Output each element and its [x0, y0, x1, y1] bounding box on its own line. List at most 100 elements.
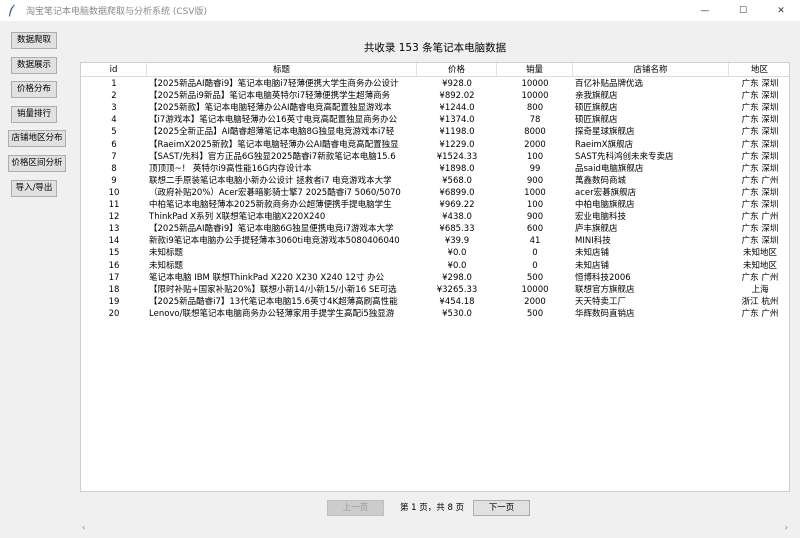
table-row[interactable]: 17 笔记本电脑 IBM 联想ThinkPad X220 X230 X240 12…	[81, 272, 789, 284]
table-row[interactable]: 6 【RaeimX2025新款】笔记本电脑轻薄办公AI酷睿电竞高配置独显 ¥1229…	[81, 139, 789, 151]
row-sales: 100	[526, 151, 544, 162]
row-price: ¥0.0	[447, 248, 467, 259]
row-price: ¥568.0	[442, 175, 472, 186]
row-shop: 萬鑫数码商城	[575, 175, 627, 186]
prev-page-button[interactable]: 上一页	[327, 500, 384, 516]
row-sales: 600	[526, 224, 544, 235]
table-row[interactable]: 16 未知标题 ¥0.0 0 未知店铺 未知地区	[81, 260, 789, 272]
row-region: 广东 深圳	[741, 163, 779, 174]
feather-app-icon	[6, 4, 18, 18]
table-row[interactable]: 19 【2025新品酷睿i7】13代笔记本电脑15.6英寸4K超薄高刷高性能 ¥45…	[81, 296, 789, 308]
table-row[interactable]: 1 【2025新品AI酷睿i9】笔记本电脑i7轻薄便携大学生商务办公设计 ¥928.…	[81, 78, 789, 90]
maximize-icon[interactable]: ☐	[724, 0, 762, 21]
row-sales: 2000	[524, 139, 546, 150]
table-row[interactable]: 11 中柏笔记本电脑轻薄本2025新款商务办公超薄便携手提电脑学生 ¥969.22 1…	[81, 199, 789, 211]
row-shop: 庐丰旗舰店	[575, 224, 618, 235]
row-sales: 900	[526, 175, 544, 186]
header-title[interactable]: 标题	[147, 63, 417, 76]
row-region: 广东 深圳	[741, 151, 779, 162]
row-sales: 500	[526, 308, 544, 319]
row-price: ¥928.0	[442, 79, 472, 89]
row-region: 未知地区	[742, 260, 777, 271]
row-shop: 中柏电脑旗舰店	[575, 200, 635, 210]
row-price: ¥969.22	[439, 200, 475, 210]
header-id[interactable]: id	[81, 63, 147, 76]
horizontal-scrollbar[interactable]: ‹ ›	[80, 522, 790, 534]
row-sales: 1000	[524, 187, 546, 198]
row-region: 广东 深圳	[741, 103, 779, 114]
price-range-button[interactable]: 价格区间分析	[8, 154, 66, 172]
row-title: 未知标题	[149, 248, 184, 259]
page-title: 共收录 153 条笔记本电脑数据	[363, 42, 507, 54]
next-page-button[interactable]: 下一页	[473, 500, 530, 516]
row-title: 顶顶顶~！ 英特尔i9高性能16G内存设计本	[149, 163, 312, 174]
show-data-button[interactable]: 数据展示	[11, 56, 57, 74]
table-row[interactable]: 8 顶顶顶~！ 英特尔i9高性能16G内存设计本 ¥1898.0 99 品said电脑旗…	[81, 163, 789, 175]
row-region: 广东 深圳	[741, 115, 779, 126]
table-row[interactable]: 20 Lenovo/联想笔记本电脑商务办公轻薄家用手提学生高配i5独显游 ¥530.…	[81, 308, 789, 320]
row-id: 14	[108, 236, 120, 247]
table-row[interactable]: 14 新款i9笔记本电脑办公手提轻薄本3060ti电竞游戏本5080406040 ¥…	[81, 235, 789, 247]
crawl-data-button[interactable]: 数据爬取	[11, 32, 57, 49]
row-price: ¥1244.0	[439, 103, 475, 114]
header-price[interactable]: 价格	[417, 63, 497, 76]
header-sales[interactable]: 销量	[497, 63, 573, 76]
table-row[interactable]: 9 联想二手原装笔记本电脑小新办公设计 拯救者i7 电竞游戏本大学 ¥568.0 90…	[81, 175, 789, 187]
scroll-right-icon[interactable]: ›	[785, 522, 788, 534]
row-id: 1	[111, 79, 117, 89]
row-price: ¥0.0	[447, 260, 467, 271]
import-export-button[interactable]: 导入/导出	[11, 179, 57, 197]
row-shop: 百亿补贴品牌优选	[575, 79, 644, 89]
row-region: 浙江 杭州	[741, 296, 779, 307]
row-title: 【SAST/先科】官方正品6G独显2025酷睿i7新款笔记本电脑15.6	[149, 151, 396, 162]
row-id: 20	[108, 308, 120, 319]
row-price: ¥1898.0	[439, 163, 475, 174]
row-id: 5	[111, 127, 117, 138]
row-shop: 恒博科技2006	[575, 272, 631, 283]
header-region[interactable]: 地区	[729, 63, 789, 76]
header-shop[interactable]: 店铺名称	[573, 63, 729, 76]
row-shop: 亲我旗舰店	[575, 91, 618, 102]
table-row[interactable]: 7 【SAST/先科】官方正品6G独显2025酷睿i7新款笔记本电脑15.6 ¥15…	[81, 151, 789, 163]
price-distribution-button[interactable]: 价格分布	[11, 81, 57, 99]
row-title: 【2025新款】笔记本电脑轻薄办公AI酷睿电竞高配置独显游戏本	[149, 103, 392, 114]
shop-region-button[interactable]: 店铺地区分布	[8, 130, 66, 148]
row-title: ThinkPad X系列 X联想笔记本电脑X220X240	[149, 212, 326, 223]
row-id: 16	[108, 260, 120, 271]
row-title: 联想二手原装笔记本电脑小新办公设计 拯救者i7 电竞游戏本大学	[149, 175, 392, 186]
row-id: 15	[108, 248, 120, 259]
table-row[interactable]: 3 【2025新款】笔记本电脑轻薄办公AI酷睿电竞高配置独显游戏本 ¥1244.0 8…	[81, 102, 789, 114]
table-row[interactable]: 10 （政府补贴20%）Acer宏碁暗影骑士擎7 2025酷睿i7 5060/50…	[81, 187, 789, 199]
minimize-icon[interactable]: —	[686, 0, 724, 21]
row-title: 【2025新品AI酷睿i9】笔记本电脑6G独显便携电竞i7游戏本大学	[149, 224, 394, 235]
row-sales: 10000	[521, 91, 549, 102]
row-price: ¥1524.33	[436, 151, 478, 162]
table-row[interactable]: 5 【2025全新正品】AI酷睿超薄笔记本电脑8G独显电竞游戏本i7轻 ¥1198.…	[81, 126, 789, 138]
table-row[interactable]: 18 【限时补贴+国家补贴20%】联想小新14/小新15/小新16 SE可选 ¥32…	[81, 284, 789, 296]
row-shop: 未知店铺	[575, 260, 610, 271]
row-price: ¥1374.0	[439, 115, 475, 126]
row-price: ¥1198.0	[439, 127, 475, 138]
scroll-left-icon[interactable]: ‹	[82, 522, 85, 534]
row-region: 广东 深圳	[741, 139, 779, 150]
row-id: 7	[111, 151, 117, 162]
window-controls: — ☐ ✕	[686, 0, 800, 21]
row-sales: 500	[526, 272, 544, 283]
row-title: 中柏笔记本电脑轻薄本2025新款商务办公超薄便携手提电脑学生	[149, 200, 392, 210]
data-table[interactable]: id 标题 价格 销量 店铺名称 地区 1 【2025新品AI酷睿i9】笔记本电脑…	[80, 62, 790, 492]
row-title: 【限时补贴+国家补贴20%】联想小新14/小新15/小新16 SE可选	[149, 284, 397, 295]
row-price: ¥454.18	[439, 296, 475, 307]
row-title: 【2025新品i9新品】笔记本电脑英特尔i7轻薄便携学生超薄商务	[149, 91, 391, 102]
row-price: ¥1229.0	[439, 139, 475, 150]
table-row[interactable]: 4 【i7游戏本】笔记本电脑轻薄办公16英寸电竞高配置独显商务办公 ¥1374.0 7…	[81, 114, 789, 126]
sales-ranking-button[interactable]: 销量排行	[11, 105, 57, 123]
row-id: 2	[111, 91, 117, 102]
table-row[interactable]: 12 ThinkPad X系列 X联想笔记本电脑X220X240 ¥438.0 900…	[81, 211, 789, 223]
row-id: 18	[108, 284, 120, 295]
table-row[interactable]: 2 【2025新品i9新品】笔记本电脑英特尔i7轻薄便携学生超薄商务 ¥892.02…	[81, 90, 789, 102]
table-row[interactable]: 13 【2025新品AI酷睿i9】笔记本电脑6G独显便携电竞i7游戏本大学 ¥685…	[81, 223, 789, 235]
row-sales: 2000	[524, 296, 546, 307]
close-icon[interactable]: ✕	[762, 0, 800, 21]
table-row[interactable]: 15 未知标题 ¥0.0 0 未知店铺 未知地区	[81, 247, 789, 259]
row-id: 3	[111, 103, 117, 114]
